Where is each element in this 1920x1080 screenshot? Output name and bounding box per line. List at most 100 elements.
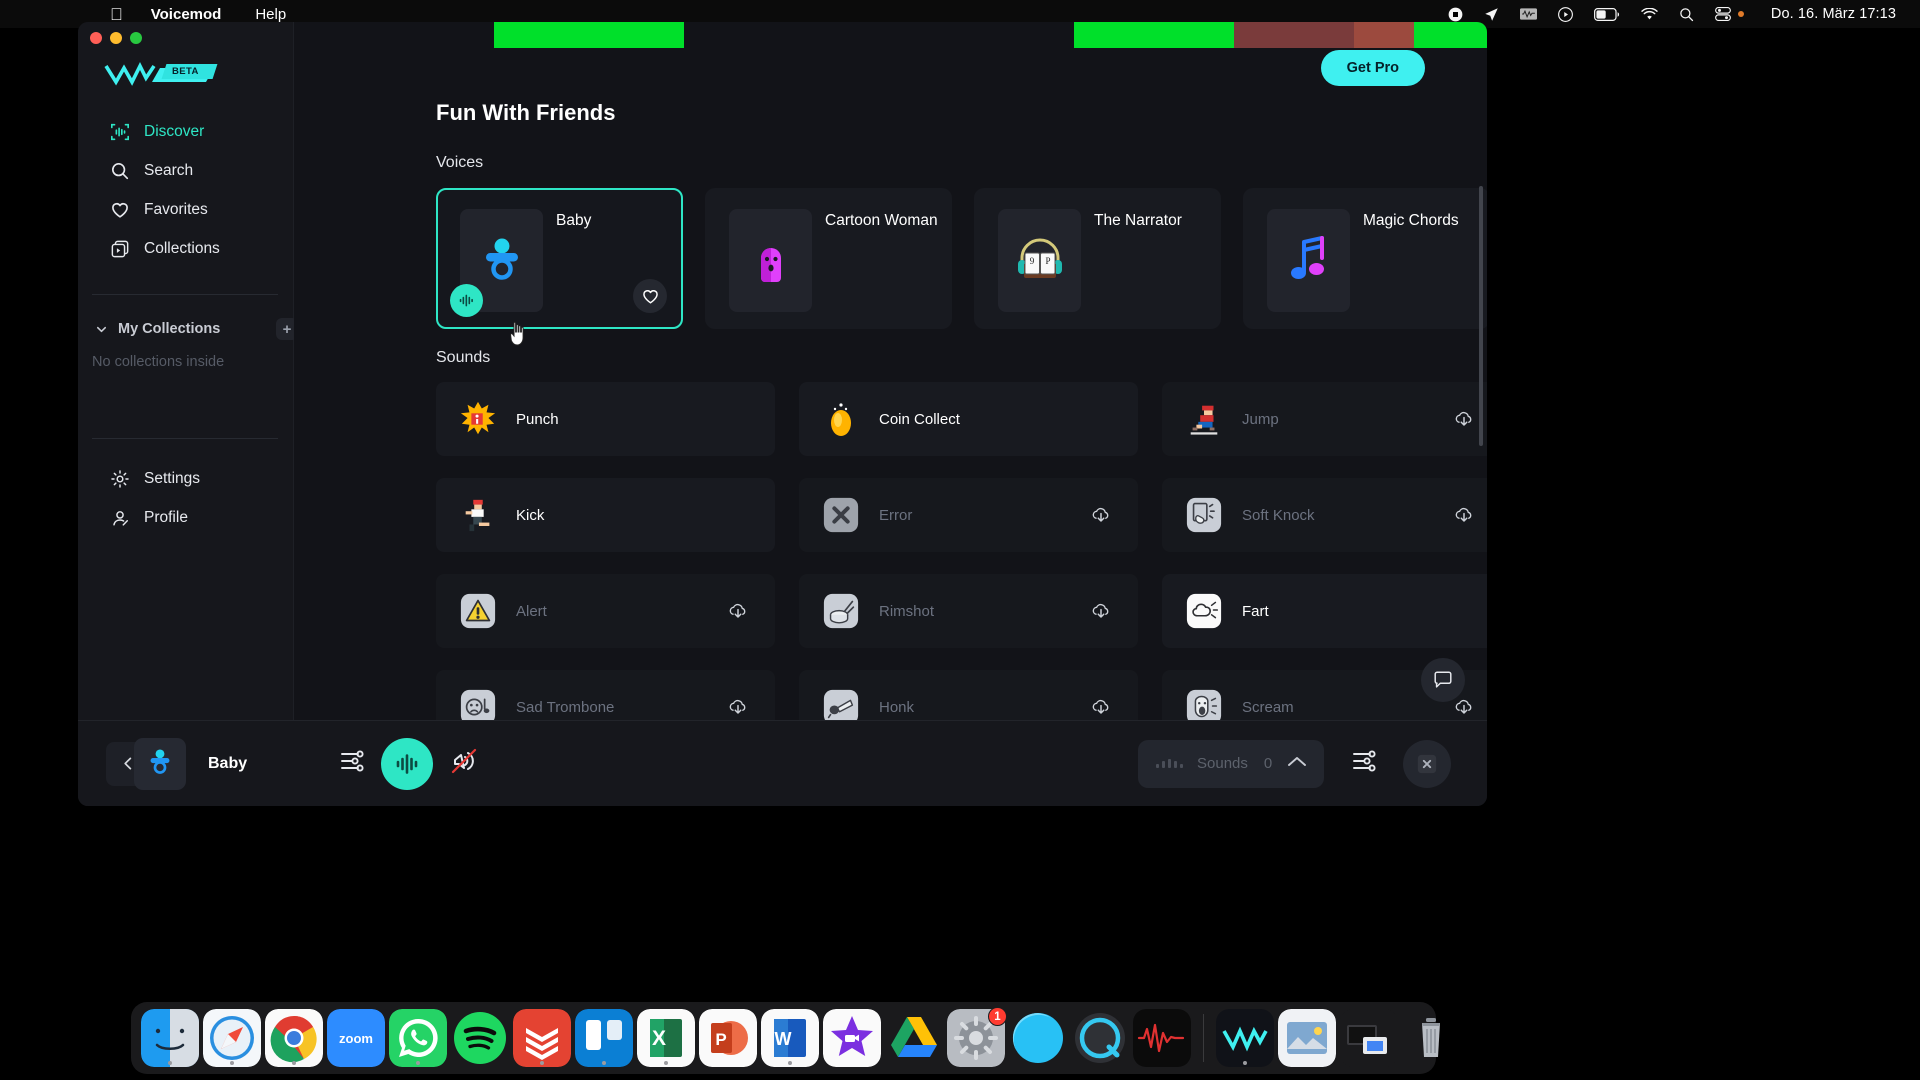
sidebar-item-search[interactable]: Search [92,151,282,190]
pacifier-icon [480,233,524,288]
macos-dock: zoom X P W 1 [131,1002,1440,1074]
sound-row-fart[interactable]: Fart [1162,574,1487,648]
voice-changer-toggle[interactable] [381,737,433,790]
scroll-content: Fun With Friends Voices Baby Cartoon Wom… [294,48,1487,720]
audio-waveform-icon[interactable] [1519,7,1537,21]
sound-row-alert[interactable]: Alert [436,574,775,648]
sound-name: Jump [1242,410,1279,428]
dock-item-google-drive[interactable] [885,1009,943,1067]
beta-badge: BETA [161,64,218,79]
control-center-icon[interactable] [1714,7,1731,21]
download-cloud-icon[interactable] [1090,600,1112,622]
dock-item-system-settings[interactable]: 1 [947,1007,1007,1067]
voicelab-sliders-icon[interactable] [340,748,366,779]
search-icon[interactable] [1679,7,1694,22]
dock-item-whatsapp[interactable] [389,1009,447,1067]
voice-card-the-narrator[interactable]: 9 P The Narrator [974,188,1221,329]
dock-item-todoist[interactable] [513,1009,571,1067]
favorite-heart-icon[interactable] [633,279,667,313]
voice-card-magic-chords[interactable]: Magic Chords [1243,188,1487,329]
download-cloud-icon[interactable] [1453,696,1475,718]
dock-item-word[interactable]: W [761,1009,819,1067]
close-window-button[interactable] [90,32,102,44]
bottom-control-bar: Baby Sounds 0 [78,720,1487,806]
download-cloud-icon[interactable] [1090,504,1112,526]
play-circle-icon[interactable] [1557,6,1573,22]
dock-item-finder[interactable] [141,1009,199,1067]
record-stop-icon[interactable] [1448,7,1463,22]
dock-item-safari[interactable] [203,1009,261,1067]
stop-all-button[interactable] [1403,739,1451,788]
my-collections-header[interactable]: My Collections + [92,315,298,343]
menubar-clock[interactable]: Do. 16. März 17:13 [1771,6,1896,22]
download-cloud-icon[interactable] [1453,408,1475,430]
maximize-window-button[interactable] [130,32,142,44]
promo-banner[interactable] [294,22,1487,48]
dock-item-spotify[interactable] [451,1009,509,1067]
soundboard-dots-icon [1156,759,1183,768]
apple-icon[interactable]:  [110,6,123,23]
sound-row-coin-collect[interactable]: Coin Collect [799,382,1138,456]
sound-row-rimshot[interactable]: Rimshot [799,574,1138,648]
voice-active-badge [450,284,483,317]
dock-item-trash[interactable] [1402,1009,1460,1067]
dock-item-powerpoint[interactable]: P [699,1009,757,1067]
sidebar: BETA Discover Search Favorites Collectio… [78,22,298,806]
voice-name: Magic Chords [1363,212,1459,229]
dock-item-imovie[interactable] [823,1009,881,1067]
dock-item-preview[interactable] [1278,1009,1336,1067]
knock-hand-icon [1184,495,1224,535]
content-scrollbar[interactable] [1479,186,1483,446]
sidebar-item-collections[interactable]: Collections [92,229,282,268]
download-cloud-icon[interactable] [1453,504,1475,526]
dock-item-excel[interactable]: X [637,1009,695,1067]
menubar-help[interactable]: Help [255,6,286,23]
sound-row-kick[interactable]: Kick [436,478,775,552]
sidebar-item-settings[interactable]: Settings [92,459,282,498]
dock-item-quicktime[interactable] [1071,1009,1129,1067]
sound-name: Rimshot [879,602,935,620]
soundboard-toggle[interactable]: Sounds 0 [1138,739,1324,788]
download-cloud-icon[interactable] [1090,696,1112,718]
voice-card-cartoon-woman[interactable]: Cartoon Woman [705,188,952,329]
menubar-app-name[interactable]: Voicemod [151,6,222,23]
sound-row-sad-trombone[interactable]: Sad Trombone [436,670,775,720]
sound-row-error[interactable]: Error [799,478,1138,552]
current-voice-thumbnail[interactable] [134,737,186,790]
sidebar-item-profile[interactable]: Profile [92,498,282,537]
voicemod-logo[interactable]: BETA [102,60,232,88]
battery-icon[interactable] [1593,7,1620,21]
wifi-icon[interactable] [1641,7,1658,21]
soundboard-settings-icon[interactable] [1352,748,1378,779]
main-content: Get Pro Fun With Friends Voices Baby Car… [294,22,1487,720]
dock-item-sphere[interactable] [1009,1009,1067,1067]
dock-item-voicemod[interactable] [1216,1009,1274,1067]
download-cloud-icon[interactable] [727,600,749,622]
chevron-up-icon[interactable] [1286,754,1308,773]
sidebar-item-discover[interactable]: Discover [92,112,282,151]
sound-row-soft-knock[interactable]: Soft Knock [1162,478,1487,552]
heart-icon [110,200,130,220]
sound-row-honk[interactable]: Honk [799,670,1138,720]
dock-item-screens[interactable] [1340,1009,1398,1067]
chevron-down-icon[interactable] [92,323,110,336]
voice-card-baby[interactable]: Baby [436,188,683,329]
sidebar-item-favorites[interactable]: Favorites [92,190,282,229]
sound-row-jump[interactable]: Jump [1162,382,1487,456]
voice-name: Baby [556,212,592,229]
location-arrow-icon[interactable] [1484,7,1499,22]
discover-waveform-icon [110,122,130,142]
sound-row-punch[interactable]: Punch [436,382,775,456]
support-chat-button[interactable] [1421,658,1465,702]
profile-icon [110,508,130,528]
dock-item-chrome[interactable] [265,1009,323,1067]
dock-item-trello[interactable] [575,1009,633,1067]
voice-name: The Narrator [1094,212,1182,229]
hear-myself-muted-icon[interactable] [450,747,478,780]
download-cloud-icon[interactable] [727,696,749,718]
minimize-window-button[interactable] [110,32,122,44]
dock-item-audio-app[interactable] [1133,1009,1191,1067]
collections-icon [110,239,130,259]
dock-item-zoom[interactable]: zoom [327,1009,385,1067]
voices-grid: Baby Cartoon Woman 9 P The Narrator Magi… [436,188,1487,329]
